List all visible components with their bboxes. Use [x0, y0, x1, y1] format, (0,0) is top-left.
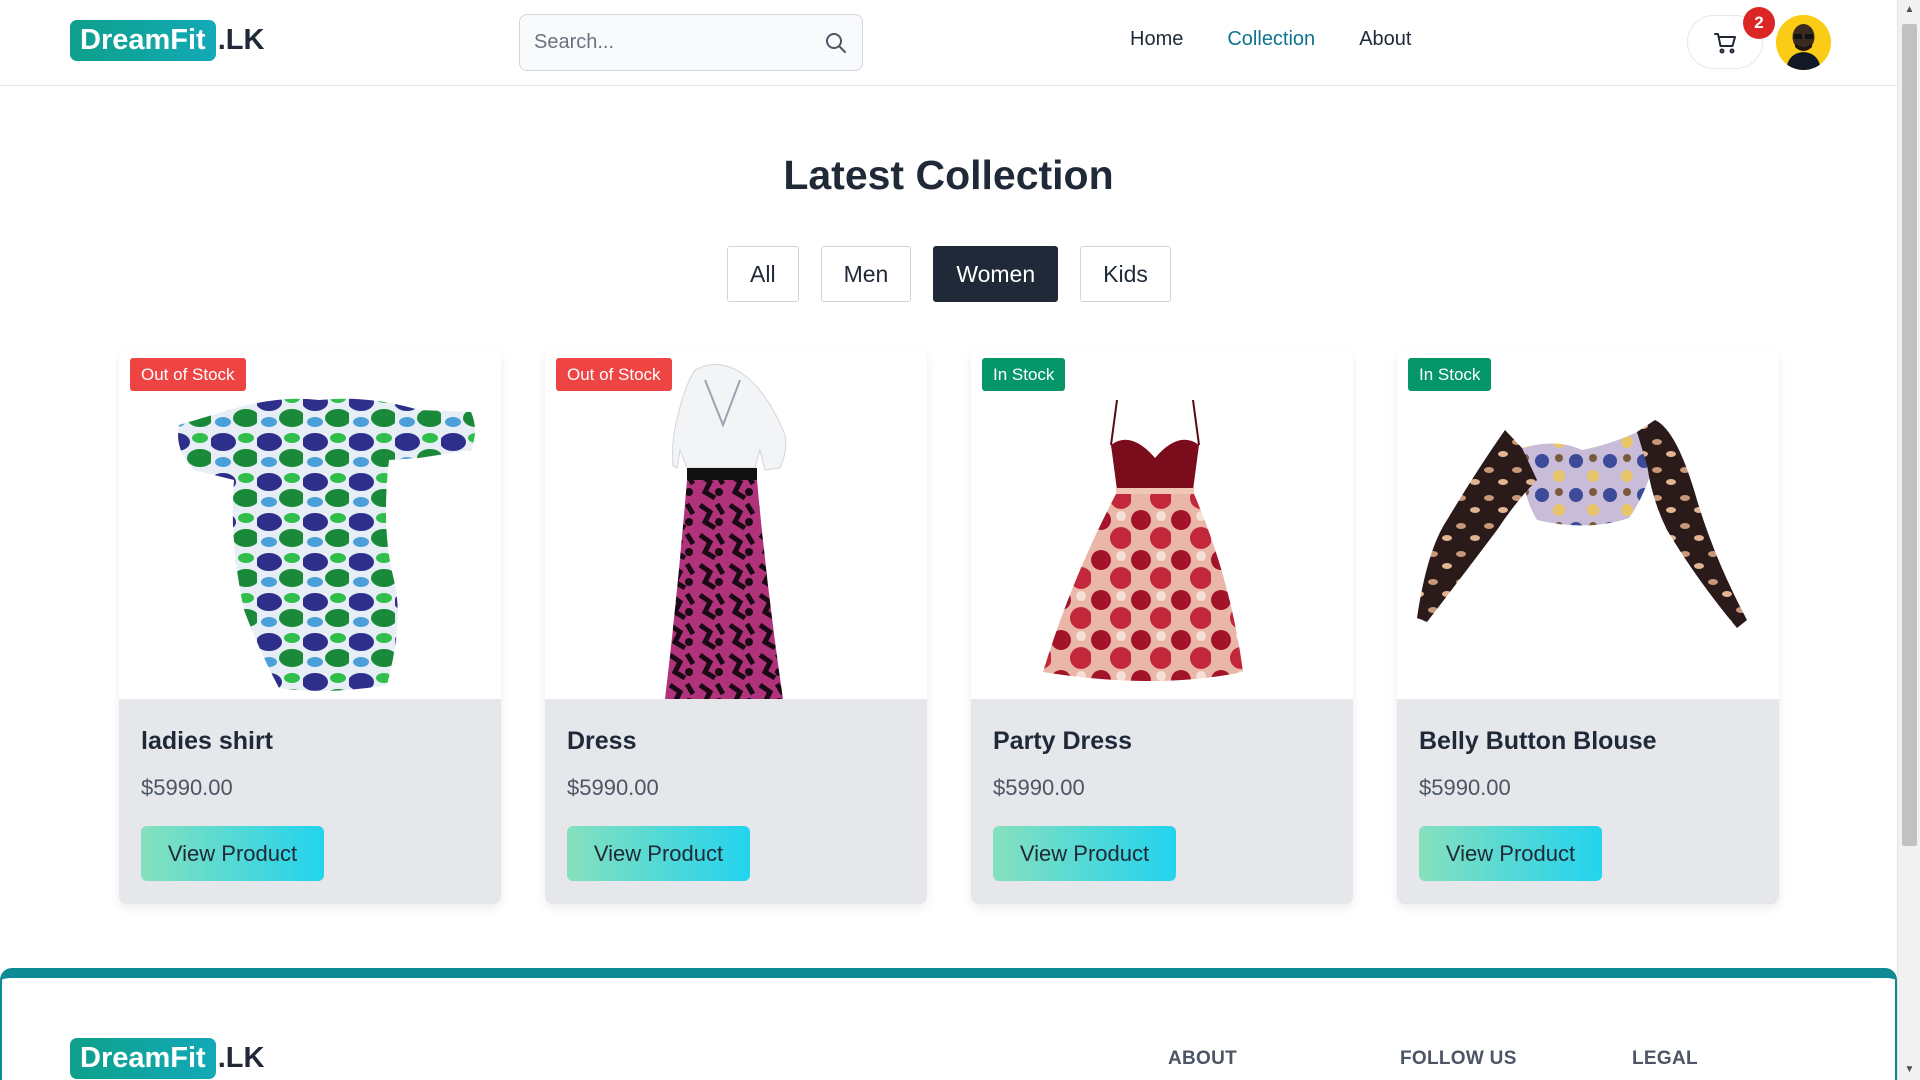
view-product-button[interactable]: View Product — [141, 826, 324, 881]
view-product-button[interactable]: View Product — [1419, 826, 1602, 881]
top-header: DreamFit .LK Home Collection About — [0, 0, 1897, 86]
nav-about[interactable]: About — [1359, 28, 1411, 51]
stock-badge: In Stock — [982, 358, 1066, 391]
cart-count-badge: 2 — [1743, 7, 1775, 39]
search-box — [519, 14, 863, 71]
scrollbar-thumb[interactable] — [1902, 24, 1917, 846]
search-icon[interactable] — [824, 31, 848, 55]
product-card: Out of Stock Dress $5990.00 View Product — [545, 350, 927, 904]
product-image[interactable] — [119, 350, 501, 699]
page-title: Latest Collection — [783, 152, 1114, 198]
product-name[interactable]: Party Dress — [993, 727, 1132, 756]
product-card: Out of Stock ladies shirt $5990.00 View … — [119, 350, 501, 904]
product-grid: Out of Stock ladies shirt $5990.00 View … — [119, 350, 1779, 904]
product-card: In Stock Belly Button Blouse $5990.00 Vi… — [1397, 350, 1779, 904]
product-name[interactable]: ladies shirt — [141, 727, 273, 756]
footer-heading-legal: LEGAL — [1632, 1048, 1698, 1069]
product-price: $5990.00 — [567, 775, 659, 800]
product-image[interactable] — [545, 350, 927, 699]
filter-women[interactable]: Women — [933, 246, 1059, 302]
nav-collection[interactable]: Collection — [1227, 28, 1315, 51]
view-product-button[interactable]: View Product — [567, 826, 750, 881]
footer-heading-follow: FOLLOW US — [1400, 1048, 1517, 1069]
stock-badge: In Stock — [1408, 358, 1492, 391]
search-input[interactable] — [534, 15, 804, 70]
filter-men[interactable]: Men — [820, 246, 912, 302]
product-price: $5990.00 — [1419, 775, 1511, 800]
logo-badge: DreamFit — [70, 20, 216, 61]
product-name[interactable]: Belly Button Blouse — [1419, 727, 1657, 756]
product-image[interactable] — [971, 350, 1353, 699]
cart-icon — [1714, 32, 1738, 59]
footer-logo[interactable]: DreamFit .LK — [70, 1038, 264, 1079]
nav-home[interactable]: Home — [1130, 28, 1183, 51]
footer: DreamFit .LK ABOUT FOLLOW US LEGAL — [0, 968, 1897, 1080]
page: DreamFit .LK Home Collection About — [0, 0, 1897, 1080]
stock-badge: Out of Stock — [130, 358, 246, 391]
filter-all[interactable]: All — [727, 246, 799, 302]
product-price: $5990.00 — [141, 775, 233, 800]
product-name[interactable]: Dress — [567, 727, 637, 756]
cart-button[interactable]: 2 — [1687, 7, 1775, 69]
stock-badge: Out of Stock — [556, 358, 672, 391]
footer-logo-suffix: .LK — [217, 1042, 265, 1074]
filter-kids[interactable]: Kids — [1080, 246, 1171, 302]
footer-heading-about: ABOUT — [1168, 1048, 1238, 1069]
product-card: In Stock Party Dress $5990.00 View Produ… — [971, 350, 1353, 904]
main-nav: Home Collection About — [1130, 28, 1411, 51]
view-product-button[interactable]: View Product — [993, 826, 1176, 881]
category-filters: All Men Women Kids — [727, 246, 1171, 302]
scroll-down-arrow-icon[interactable]: ▼ — [1898, 1060, 1920, 1080]
product-price: $5990.00 — [993, 775, 1085, 800]
scroll-up-arrow-icon[interactable]: ▲ — [1898, 0, 1920, 20]
logo[interactable]: DreamFit .LK — [70, 20, 264, 61]
page-scrollbar[interactable]: ▲ ▼ — [1897, 0, 1920, 1080]
product-image[interactable] — [1397, 350, 1779, 699]
avatar[interactable] — [1776, 15, 1831, 70]
footer-logo-badge: DreamFit — [70, 1038, 216, 1079]
logo-suffix: .LK — [217, 24, 265, 56]
